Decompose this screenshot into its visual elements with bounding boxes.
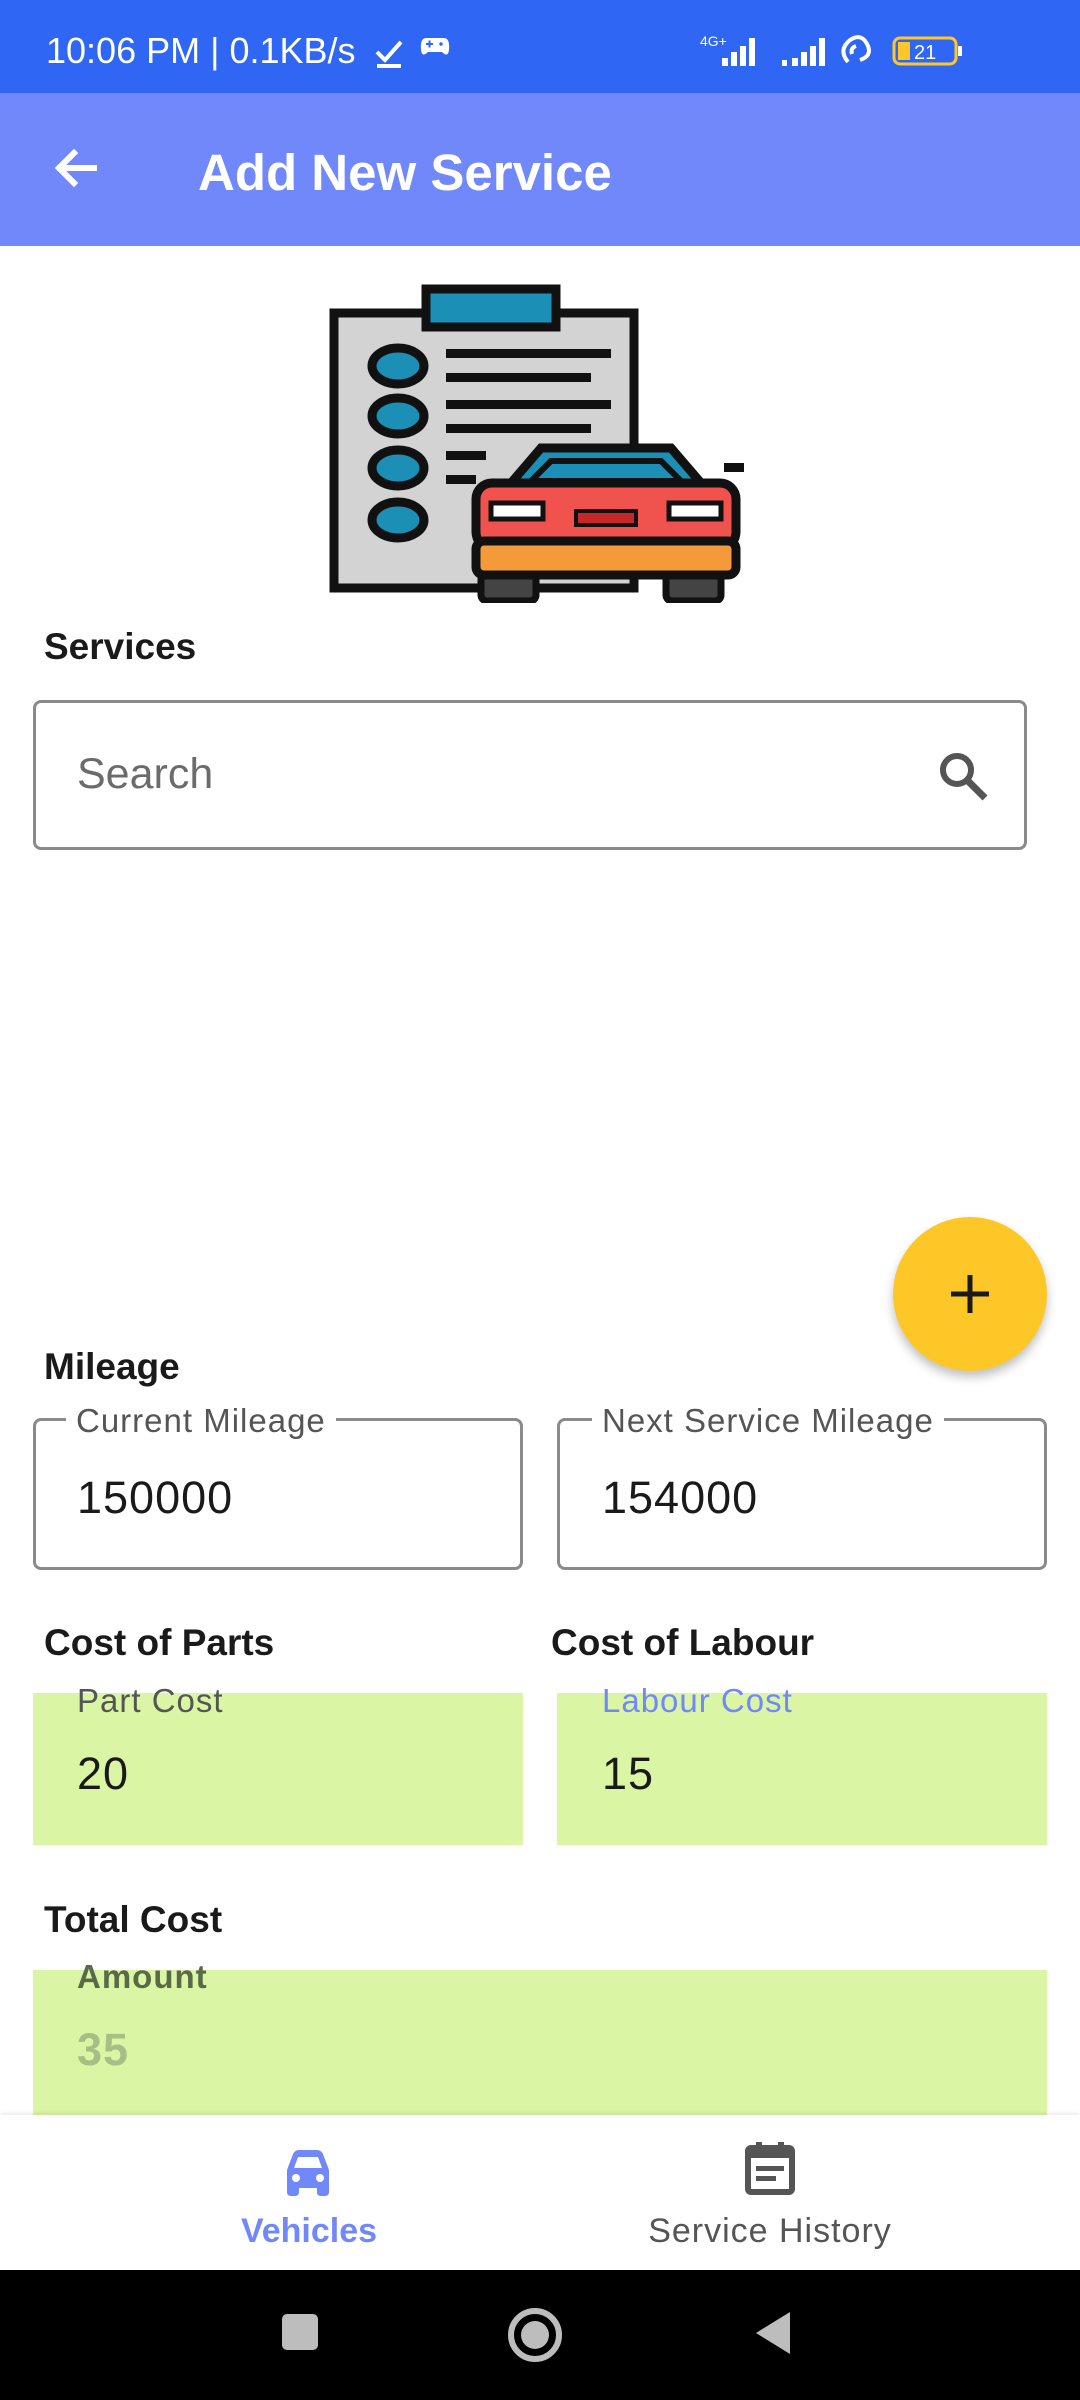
gamepad-icon [420, 38, 450, 55]
battery-icon: 21 [892, 36, 962, 66]
arrow-back-icon[interactable] [40, 135, 110, 205]
recents-button[interactable] [282, 2314, 318, 2350]
next-service-mileage-value: 154000 [602, 1472, 759, 1523]
calendar-list-icon [745, 2142, 795, 2195]
part-cost-label: Part Cost [77, 1682, 224, 1719]
page-title: Add New Service [198, 144, 612, 201]
status-time-speed: 10:06 PM | 0.1KB/s [46, 30, 356, 71]
part-cost-value: 20 [77, 1748, 130, 1799]
current-mileage-label: Current Mileage [66, 1402, 336, 1440]
status-indicators: 4G+ 21 [700, 33, 962, 66]
cost-of-parts-section-label: Cost of Parts [44, 1622, 275, 1663]
search-placeholder: Search [77, 750, 214, 798]
next-service-mileage-label: Next Service Mileage [592, 1402, 944, 1440]
services-section-label: Services [44, 626, 197, 667]
amount-label: Amount [77, 1958, 208, 1995]
amount-value: 35 [77, 2024, 130, 2075]
back-nav-button[interactable] [752, 2308, 794, 2358]
home-button[interactable] [505, 2305, 565, 2365]
nav-label-service-history: Service History [648, 2212, 892, 2250]
car-icon [287, 2150, 329, 2196]
nav-label-vehicles: Vehicles [240, 2212, 378, 2250]
hotspot-icon [841, 35, 871, 64]
network-type-label: 4G+ [700, 33, 727, 49]
battery-level: 21 [914, 42, 936, 64]
download-done-icon [375, 40, 403, 68]
service-checklist-car-illustration [329, 284, 744, 603]
signal-icon [722, 38, 755, 66]
cost-of-labour-section-label: Cost of Labour [551, 1622, 815, 1663]
current-mileage-value: 150000 [77, 1472, 234, 1523]
total-cost-section-label: Total Cost [44, 1899, 223, 1940]
labour-cost-label: Labour Cost [602, 1682, 793, 1719]
mileage-section-label: Mileage [44, 1346, 180, 1387]
bottom-navigation [0, 2115, 1080, 2270]
signal-icon-2 [782, 38, 825, 66]
labour-cost-value: 15 [602, 1748, 655, 1799]
plus-icon [951, 1275, 989, 1313]
search-icon[interactable] [935, 748, 991, 804]
